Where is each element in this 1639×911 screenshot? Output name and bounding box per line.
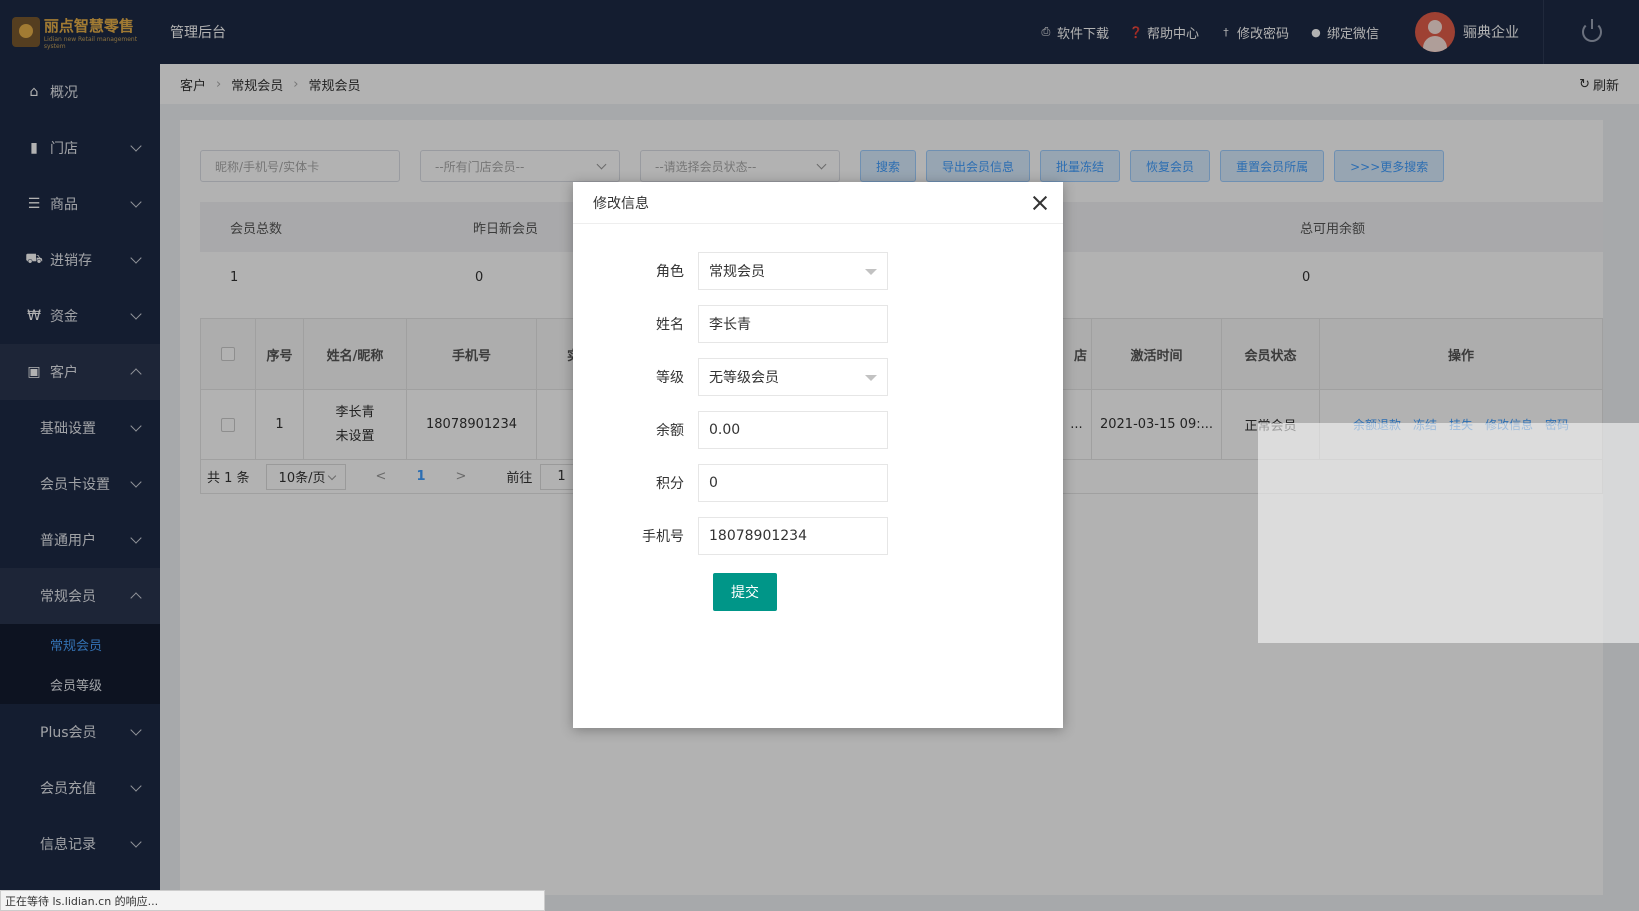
level-label: 等级 [656,370,684,386]
browser-status-bar: 正在等待 ls.lidian.cn 的响应... [0,890,545,911]
modal-header: 修改信息 [573,182,1063,224]
balance-label: 余额 [656,423,684,439]
form-row-points: 积分 0 [573,464,888,502]
overlay-panel [1258,423,1639,643]
points-label: 积分 [656,476,684,492]
phone-label: 手机号 [642,529,684,545]
points-input[interactable]: 0 [698,464,888,502]
phone-input[interactable]: 18078901234 [698,517,888,555]
role-label: 角色 [656,264,684,280]
form-row-role: 角色 常规会员 [573,252,888,290]
role-select[interactable]: 常规会员 [698,252,888,290]
name-input[interactable]: 李长青 [698,305,888,343]
close-icon[interactable] [1031,194,1049,212]
form-row-name: 姓名 李长青 [573,305,888,343]
form-row-phone: 手机号 18078901234 [573,517,888,555]
form-row-balance: 余额 0.00 [573,411,888,449]
balance-input[interactable]: 0.00 [698,411,888,449]
level-select[interactable]: 无等级会员 [698,358,888,396]
modal-title: 修改信息 [593,195,649,212]
edit-info-modal: 修改信息 角色 常规会员 姓名 李长青 等级 无等级会员 余额 0.00 积分 … [573,182,1063,728]
form-row-level: 等级 无等级会员 [573,358,888,396]
name-label: 姓名 [656,317,684,333]
submit-button[interactable]: 提交 [713,573,777,611]
